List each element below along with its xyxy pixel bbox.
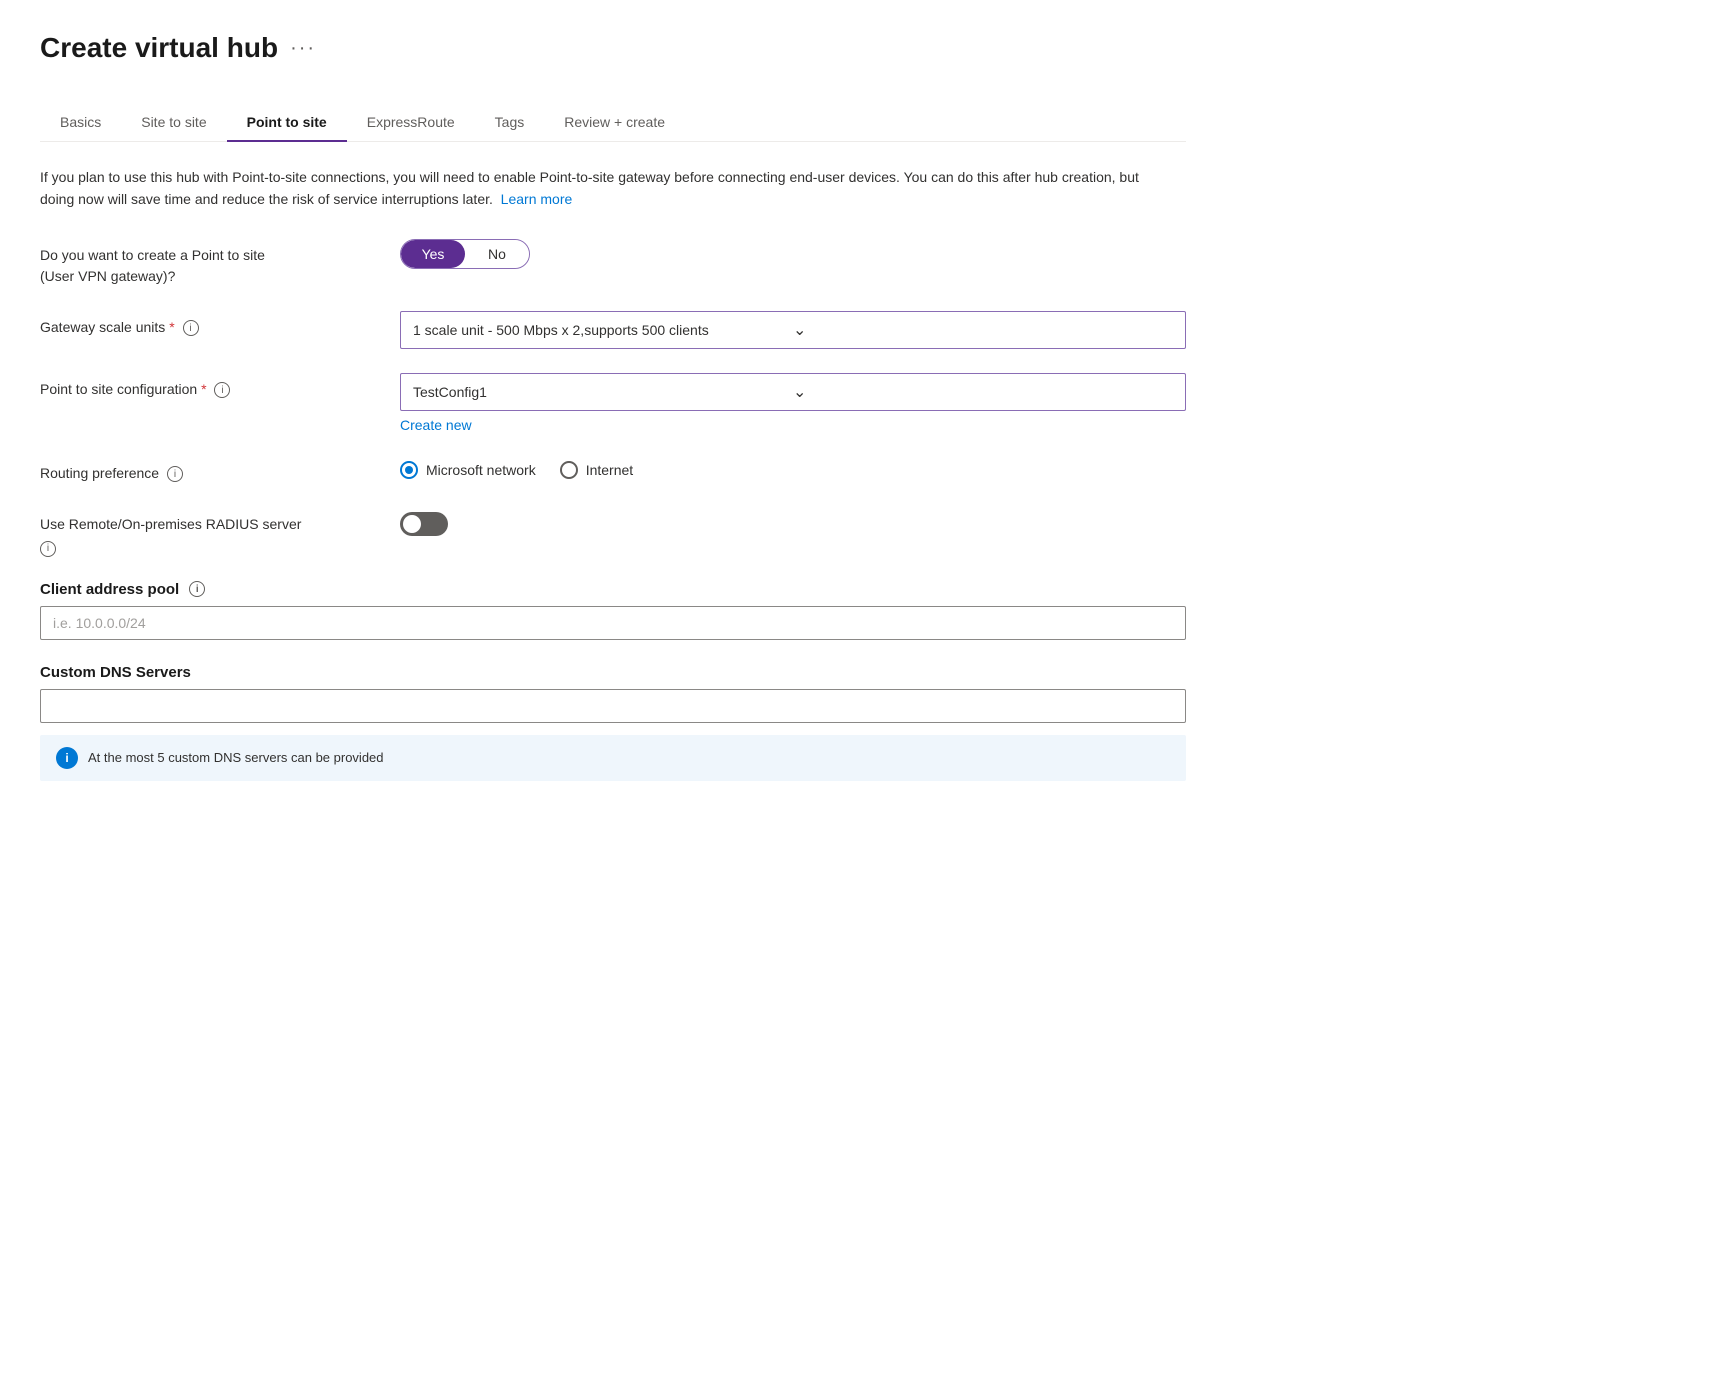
internet-option[interactable]: Internet [560, 461, 633, 479]
microsoft-network-option[interactable]: Microsoft network [400, 461, 536, 479]
p2s-config-dropdown[interactable]: TestConfig1 ⌄ [400, 373, 1186, 411]
p2s-config-row: Point to site configuration * i TestConf… [40, 373, 1186, 433]
routing-pref-label: Routing preference i [40, 457, 380, 484]
gateway-scale-dropdown[interactable]: 1 scale unit - 500 Mbps x 2,supports 500… [400, 311, 1186, 349]
tab-expressroute[interactable]: ExpressRoute [347, 104, 475, 142]
create-p2s-row: Do you want to create a Point to site(Us… [40, 239, 1186, 287]
gateway-scale-control[interactable]: 1 scale unit - 500 Mbps x 2,supports 500… [400, 311, 1186, 349]
page-title: Create virtual hub [40, 32, 278, 64]
no-option[interactable]: No [465, 240, 529, 268]
gateway-scale-chevron: ⌄ [793, 320, 1173, 340]
create-p2s-control: Yes No [400, 239, 1186, 269]
client-address-pool-heading: Client address pool i [40, 581, 1186, 598]
routing-pref-info-icon[interactable]: i [167, 466, 183, 482]
p2s-config-info-icon[interactable]: i [214, 382, 230, 398]
tab-point-to-site[interactable]: Point to site [227, 104, 347, 142]
radius-toggle[interactable] [400, 512, 448, 536]
radius-label: Use Remote/On-premises RADIUS server i [40, 508, 380, 557]
dns-info-text: At the most 5 custom DNS servers can be … [88, 750, 384, 765]
dns-info-icon: i [56, 747, 78, 769]
tab-basics[interactable]: Basics [40, 104, 121, 142]
create-new-link[interactable]: Create new [400, 417, 1186, 433]
routing-pref-radio-group: Microsoft network Internet [400, 457, 1186, 479]
learn-more-link[interactable]: Learn more [501, 191, 573, 207]
radius-toggle-knob [403, 515, 421, 533]
radius-control [400, 508, 1186, 539]
internet-radio[interactable] [560, 461, 578, 479]
yes-no-toggle[interactable]: Yes No [400, 239, 530, 269]
tab-review-create[interactable]: Review + create [544, 104, 685, 142]
tab-bar: Basics Site to site Point to site Expres… [40, 104, 1186, 142]
gateway-scale-row: Gateway scale units * i 1 scale unit - 5… [40, 311, 1186, 349]
microsoft-network-radio[interactable] [400, 461, 418, 479]
internet-label: Internet [586, 462, 633, 478]
microsoft-network-label: Microsoft network [426, 462, 536, 478]
routing-pref-row: Routing preference i Microsoft network I… [40, 457, 1186, 484]
dns-info-note: i At the most 5 custom DNS servers can b… [40, 735, 1186, 781]
client-address-pool-section: Client address pool i [40, 581, 1186, 640]
form: Do you want to create a Point to site(Us… [40, 239, 1186, 781]
client-address-pool-info-icon[interactable]: i [189, 581, 205, 597]
client-address-pool-input[interactable] [40, 606, 1186, 640]
p2s-config-label: Point to site configuration * i [40, 373, 380, 400]
create-p2s-label: Do you want to create a Point to site(Us… [40, 239, 380, 287]
routing-pref-control: Microsoft network Internet [400, 457, 1186, 479]
tab-tags[interactable]: Tags [475, 104, 545, 142]
ellipsis-menu[interactable]: ··· [290, 37, 316, 60]
custom-dns-heading: Custom DNS Servers [40, 664, 1186, 681]
custom-dns-section: Custom DNS Servers i At the most 5 custo… [40, 664, 1186, 781]
gateway-scale-label: Gateway scale units * i [40, 311, 380, 338]
gateway-scale-info-icon[interactable]: i [183, 320, 199, 336]
tab-site-to-site[interactable]: Site to site [121, 104, 226, 142]
p2s-config-control: TestConfig1 ⌄ Create new [400, 373, 1186, 433]
custom-dns-input[interactable] [40, 689, 1186, 723]
p2s-config-chevron: ⌄ [793, 382, 1173, 402]
radius-row: Use Remote/On-premises RADIUS server i [40, 508, 1186, 557]
description-text: If you plan to use this hub with Point-t… [40, 166, 1140, 211]
yes-option[interactable]: Yes [401, 240, 465, 268]
radius-info-icon[interactable]: i [40, 541, 56, 557]
